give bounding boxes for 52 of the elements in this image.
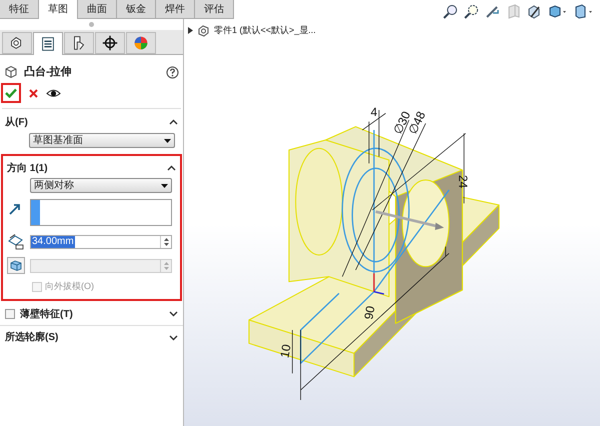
section-header: 方向 1(1) bbox=[7, 161, 48, 176]
check-icon bbox=[5, 88, 17, 98]
zoom-to-fit-icon[interactable] bbox=[443, 4, 458, 19]
draft-toggle-button[interactable] bbox=[7, 257, 25, 274]
feature-title: 凸台-拉伸 bbox=[24, 64, 72, 80]
section-header: 从(F) bbox=[5, 116, 28, 130]
ok-button[interactable] bbox=[1, 83, 21, 103]
spin-down-icon[interactable] bbox=[164, 243, 168, 246]
splitter-handle-icon[interactable] bbox=[89, 22, 94, 27]
depth-dimension-icon bbox=[7, 234, 25, 250]
display-manager-tab[interactable] bbox=[126, 32, 156, 54]
dimension-label: 24 bbox=[456, 175, 470, 188]
eye-icon bbox=[46, 88, 60, 98]
zoom-area-icon[interactable] bbox=[464, 4, 479, 19]
caret-icon bbox=[161, 184, 168, 188]
spin-up-icon[interactable] bbox=[164, 238, 168, 241]
view-orientation-icon[interactable] bbox=[527, 4, 542, 19]
depth-spin-field[interactable]: 34.00mm bbox=[30, 235, 172, 249]
feature-tree-item[interactable]: 零件1 (默认<<默认>_显... bbox=[214, 24, 316, 38]
crosshair-icon bbox=[101, 34, 119, 52]
section-header: 所选轮廓(S) bbox=[5, 330, 58, 345]
config-manager-tab[interactable] bbox=[64, 32, 94, 54]
view-cube-icon[interactable] bbox=[574, 4, 594, 19]
help-icon[interactable] bbox=[166, 66, 179, 78]
checkbox[interactable] bbox=[5, 309, 15, 319]
direction-reference-field[interactable] bbox=[30, 199, 172, 226]
caret-icon bbox=[164, 138, 171, 142]
previous-view-icon[interactable] bbox=[485, 4, 500, 19]
command-tab[interactable]: 草图 bbox=[39, 0, 78, 19]
section-header: 薄壁特征(T) bbox=[20, 307, 73, 322]
property-manager-tab[interactable] bbox=[33, 32, 63, 55]
dimxpert-manager-tab[interactable] bbox=[95, 32, 125, 54]
direction-arrow-icon bbox=[9, 203, 21, 215]
dimension-label: 4 bbox=[370, 105, 378, 119]
expand-chevron-icon[interactable] bbox=[169, 334, 178, 340]
list-icon bbox=[39, 35, 57, 53]
dimension-label: 90 bbox=[362, 304, 378, 321]
close-icon bbox=[28, 88, 38, 98]
color-wheel-icon bbox=[132, 34, 150, 52]
collapse-chevron-icon[interactable] bbox=[167, 165, 176, 171]
cube-icon bbox=[4, 65, 18, 79]
feature-manager-tab[interactable] bbox=[2, 32, 32, 54]
end-condition-dropdown[interactable]: 两侧对称 bbox=[30, 178, 172, 193]
collapse-chevron-icon[interactable] bbox=[169, 119, 178, 125]
dimension-label: 10 bbox=[278, 343, 294, 359]
expand-arrow-icon[interactable] bbox=[188, 27, 193, 34]
start-condition-dropdown[interactable]: 草图基准面 bbox=[29, 133, 175, 148]
expand-chevron-icon[interactable] bbox=[169, 311, 178, 317]
display-style-icon[interactable] bbox=[548, 4, 568, 19]
draft-cube-icon bbox=[10, 260, 22, 271]
part-icon bbox=[197, 24, 210, 38]
draft-outward-label: 向外拔模(O) bbox=[45, 280, 94, 293]
